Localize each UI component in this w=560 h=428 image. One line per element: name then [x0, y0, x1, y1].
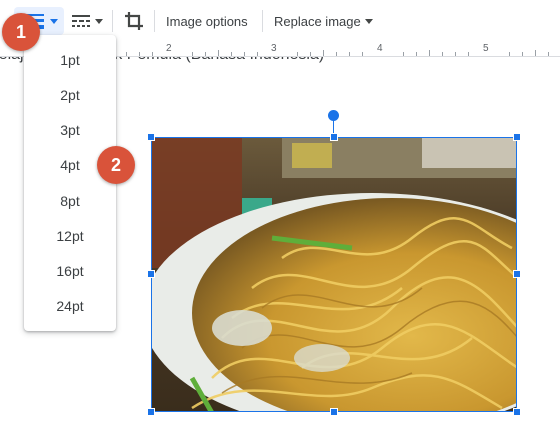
menu-item-16pt[interactable]: 16pt [24, 256, 116, 286]
ruler-mark: 5 [483, 43, 489, 54]
menu-item-1pt[interactable]: 1pt [24, 45, 116, 75]
chevron-down-icon [95, 18, 103, 24]
menu-item-3pt[interactable]: 3pt [24, 115, 116, 145]
step-badge-2: 2 [97, 146, 135, 184]
selected-image[interactable] [151, 137, 517, 412]
resize-handle-top-right[interactable] [513, 133, 521, 141]
resize-handle-bottom-right[interactable] [513, 408, 521, 416]
toolbar-divider [262, 10, 263, 32]
toolbar-divider [112, 10, 113, 32]
image-options-button[interactable]: Image options [160, 7, 254, 35]
ruler-mark: 4 [377, 43, 383, 54]
border-weight-menu: 1pt 2pt 3pt 4pt 8pt 12pt 16pt 24pt [24, 35, 116, 331]
border-dash-icon [72, 15, 90, 27]
border-dash-button[interactable] [68, 7, 106, 35]
menu-item-12pt[interactable]: 12pt [24, 221, 116, 251]
ruler-mark: 3 [271, 43, 277, 54]
crop-icon [125, 12, 143, 30]
resize-handle-bottom-left[interactable] [147, 408, 155, 416]
step-badge-1: 1 [2, 13, 40, 51]
image-options-label: Image options [166, 13, 248, 29]
ruler-mark: 2 [166, 43, 172, 54]
replace-image-label: Replace image [274, 13, 361, 29]
menu-item-2pt[interactable]: 2pt [24, 80, 116, 110]
rotate-handle[interactable] [328, 110, 339, 121]
chevron-down-icon [364, 18, 373, 24]
menu-item-8pt[interactable]: 8pt [24, 186, 116, 216]
menu-item-24pt[interactable]: 24pt [24, 291, 116, 321]
replace-image-button[interactable]: Replace image [268, 7, 379, 35]
resize-handle-middle-left[interactable] [147, 270, 155, 278]
resize-handle-middle-right[interactable] [513, 270, 521, 278]
chevron-down-icon [50, 18, 58, 24]
noodle-photo [152, 138, 516, 411]
resize-handle-top-center[interactable] [330, 133, 338, 141]
resize-handle-top-left[interactable] [147, 133, 155, 141]
resize-handle-bottom-center[interactable] [330, 408, 338, 416]
toolbar-divider [154, 10, 155, 32]
crop-button[interactable] [120, 7, 148, 35]
